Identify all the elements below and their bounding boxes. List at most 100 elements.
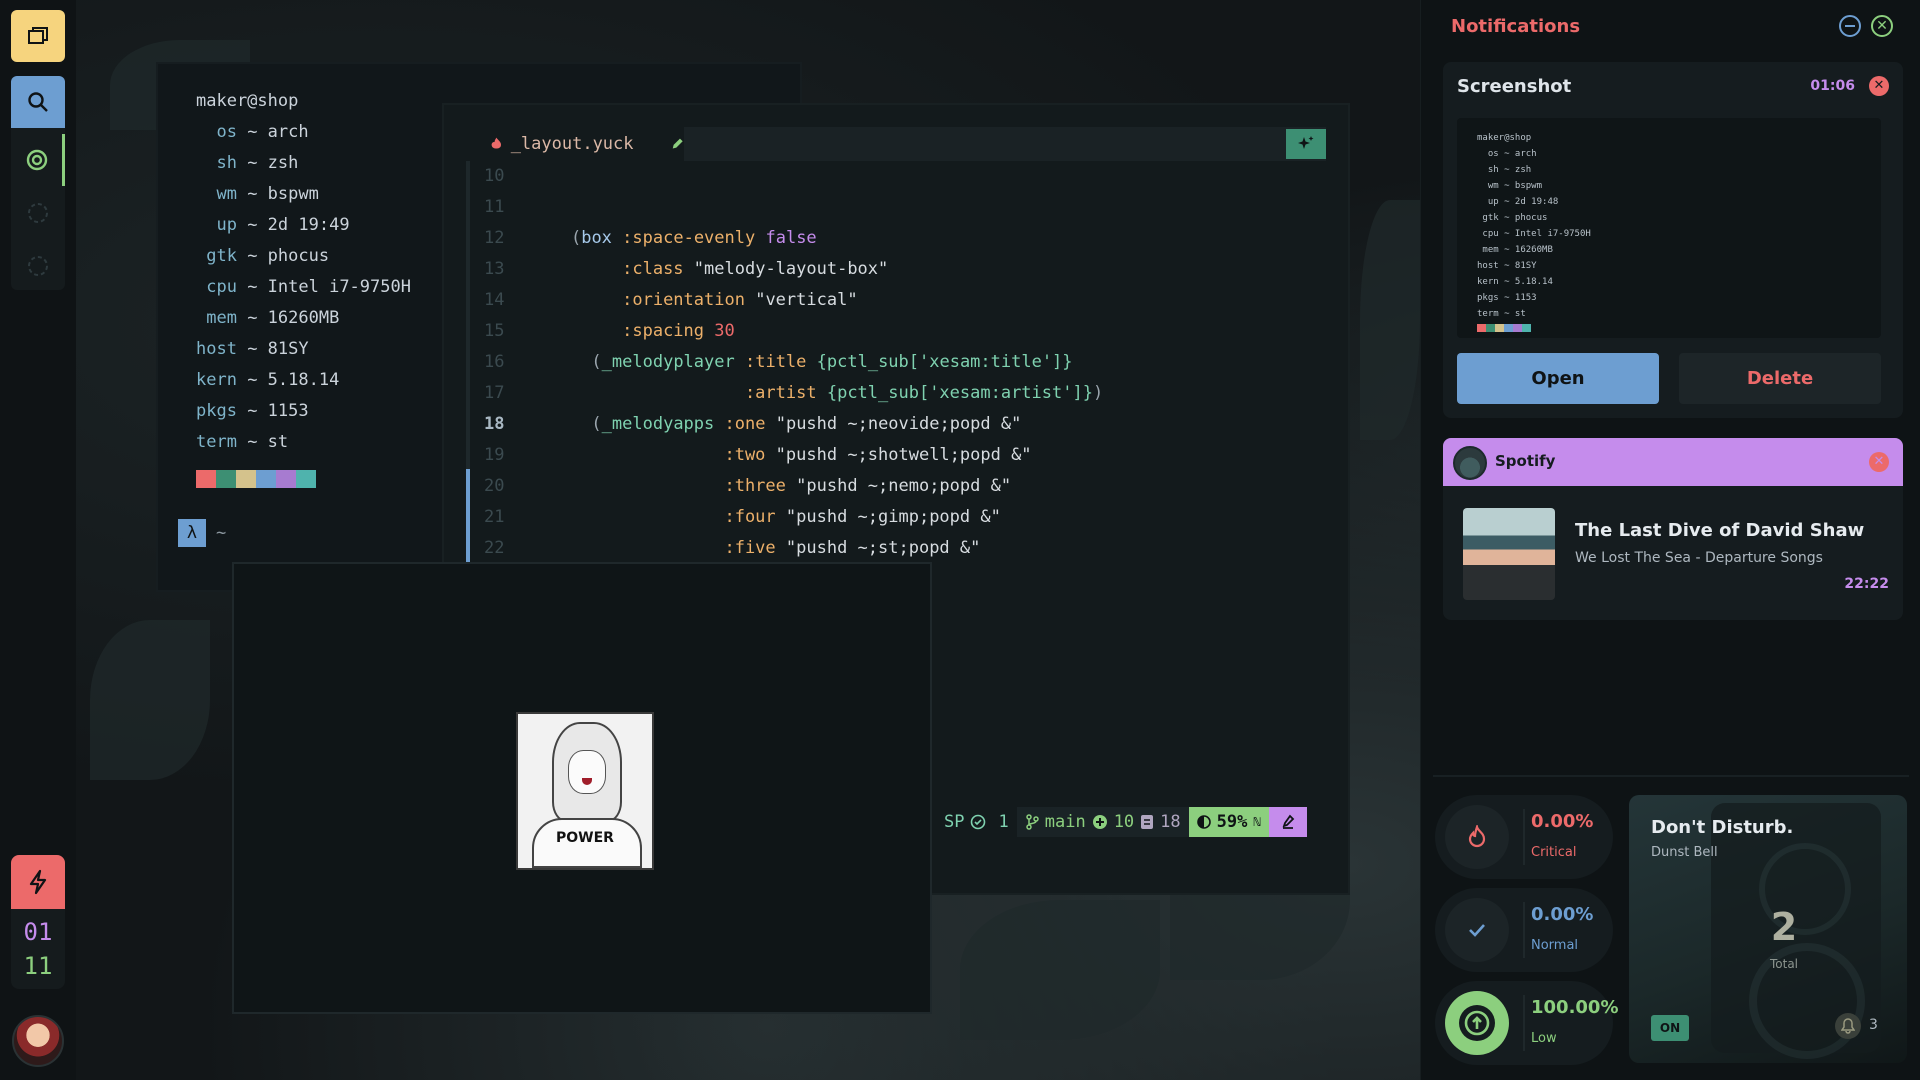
windows-button[interactable] [11, 10, 65, 62]
dnd-total-count: 2 [1770, 905, 1798, 949]
notifications-title: Notifications [1451, 16, 1581, 37]
fetch-row: sh ~ zsh [196, 148, 411, 179]
fetch-row: host ~ 81SY [196, 334, 411, 365]
fetch-row: pkgs ~ 1153 [196, 396, 411, 427]
fetch-row: mem ~ 16260MB [196, 303, 411, 334]
fetch-value: arch [267, 122, 309, 142]
color-swatch [1495, 324, 1504, 332]
fetch-separator: ~ [236, 401, 268, 421]
workspace-2-button[interactable] [11, 187, 65, 239]
fire-icon [1445, 805, 1509, 869]
fetch-separator: ~ [236, 153, 268, 173]
prompt-symbol: λ [178, 519, 206, 547]
shell-prompt[interactable]: λ ~ [178, 519, 226, 547]
dismiss-spotify-button[interactable]: ✕ [1869, 452, 1889, 472]
fetch-key: term [196, 432, 237, 452]
code-line: 10 [484, 166, 505, 186]
preview-line: wm ~ bspwm [1477, 181, 1543, 191]
code-line: 22 :five "pushd ~;st;popd &" [484, 538, 981, 558]
fetch-value: st [267, 432, 289, 452]
status-percent-suffix: ℕ [1253, 815, 1261, 829]
workspace-3-button[interactable] [11, 240, 65, 292]
low-label: Low [1531, 1031, 1557, 1046]
dnd-total-label: Total [1769, 957, 1799, 971]
close-all-icon[interactable]: ✕ [1871, 15, 1893, 37]
editor-tabbar: _layout.yuck [466, 127, 1326, 161]
fetch-value: 1153 [267, 401, 309, 421]
critical-label: Critical [1531, 845, 1577, 860]
workspace-1-button[interactable] [11, 134, 65, 186]
fetch-separator: ~ [236, 215, 268, 235]
search-button[interactable] [11, 76, 65, 128]
notification-center: Notifications ✕ Screenshot 01:06 ✕ maker… [1420, 0, 1920, 1080]
color-swatch [1513, 324, 1522, 332]
status-git: main 10 18 [1016, 807, 1189, 837]
preview-line: kern ~ 5.18.14 [1477, 277, 1553, 287]
code-line: 16 (_melodyplayer :title {pctl_sub['xesa… [484, 352, 1073, 372]
preview-line: up ~ 2d 19:48 [1477, 197, 1559, 207]
left-bar: 01 11 [0, 0, 76, 1080]
fetch-key: sh [196, 153, 237, 173]
fetch-value: bspwm [267, 184, 319, 204]
fetch-key: pkgs [196, 401, 237, 421]
fetch-key: gtk [196, 246, 237, 266]
fetch-value: 5.18.14 [267, 370, 340, 390]
bell-icon [1835, 1013, 1861, 1039]
foliage-shape [960, 900, 1160, 1040]
screenshot-preview[interactable]: maker@shop os ~ arch sh ~ zsh wm ~ bspwm… [1457, 118, 1881, 338]
modified-file-icon [1141, 815, 1154, 829]
preview-line: pkgs ~ 1153 [1477, 293, 1537, 303]
git-branch-icon [1025, 814, 1039, 830]
cloud-up-icon [1445, 991, 1509, 1055]
fetch-output: maker@shop os ~ arch sh ~ zsh wm ~ bspwm… [196, 86, 411, 458]
fetch-separator: ~ [236, 277, 268, 297]
preview-line: maker@shop [1477, 133, 1532, 143]
status-mode: SP 1 [936, 807, 1017, 837]
check-circle-icon [971, 814, 986, 830]
editor-tab[interactable]: _layout.yuck [466, 127, 684, 161]
song-title: The Last Dive of David Shaw [1575, 520, 1865, 541]
preview-line: host ~ 81SY [1477, 261, 1537, 271]
runner-icon [1282, 814, 1294, 829]
fetch-key: os [196, 122, 237, 142]
dnd-subtitle: Dunst Bell [1651, 845, 1718, 860]
spotify-app-name: Spotify [1495, 452, 1556, 470]
color-swatch [196, 470, 216, 488]
foliage-shape [1360, 200, 1420, 440]
foliage-shape [90, 620, 210, 780]
code-line: 17 :artist {pctl_sub['xesam:artist']}) [484, 383, 1104, 403]
code-line: 12 (box :space-evenly false [484, 228, 817, 248]
ai-assist-button[interactable] [1286, 129, 1326, 159]
code-line: 19 :two "pushd ~;shotwell;popd &" [484, 445, 1032, 465]
dismiss-screenshot-button[interactable]: ✕ [1869, 76, 1889, 96]
open-button[interactable]: Open [1457, 353, 1659, 404]
fetch-value: zsh [267, 153, 299, 173]
minimize-icon[interactable] [1839, 15, 1861, 37]
screenshot-title: Screenshot [1457, 76, 1572, 97]
status-line: SP 1 main 10 18 59% ℕ [936, 807, 1307, 837]
song-artist: We Lost The Sea - Departure Songs [1575, 550, 1823, 566]
color-swatch [1477, 324, 1486, 332]
fetch-key: cpu [196, 277, 237, 297]
status-mode-label: SP [944, 812, 965, 832]
code-line: 18 (_melodyapps :one "pushd ~;neovide;po… [484, 414, 1022, 434]
delete-button[interactable]: Delete [1679, 353, 1881, 404]
color-swatch [216, 470, 236, 488]
avatar[interactable] [12, 1015, 64, 1067]
color-swatch [1486, 324, 1495, 332]
fetch-separator: ~ [236, 122, 268, 142]
power-button[interactable] [11, 855, 65, 909]
spotify-app-icon [1453, 446, 1487, 480]
fetch-key: mem [196, 308, 237, 328]
dnd-toggle[interactable]: ON [1651, 1015, 1689, 1041]
file-type-icon [491, 137, 502, 149]
status-diagnostics: 1 [998, 812, 1009, 832]
normal-percent: 0.00% [1531, 904, 1594, 925]
color-swatch [296, 470, 316, 488]
lightning-icon [29, 869, 47, 895]
image-viewer-window[interactable]: POWER [232, 562, 932, 1014]
fetch-value: 81SY [267, 339, 309, 359]
fetch-separator: ~ [236, 308, 268, 328]
fetch-separator: ~ [236, 246, 268, 266]
fetch-row: os ~ arch [196, 117, 411, 148]
